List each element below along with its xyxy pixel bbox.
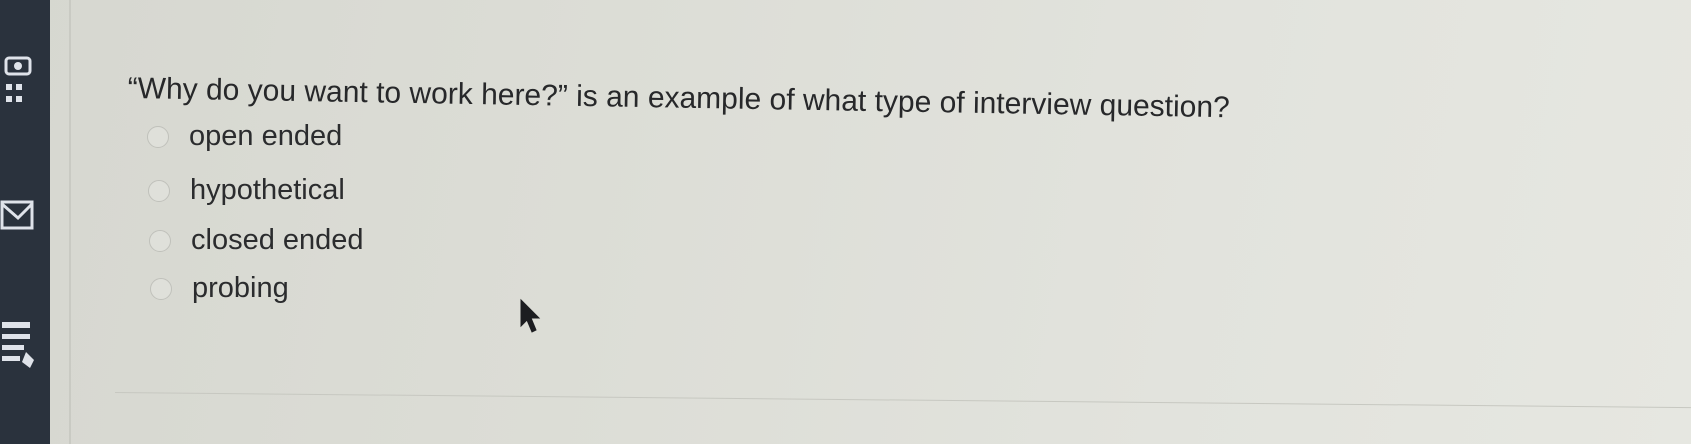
radio-button[interactable] xyxy=(149,229,171,252)
mouse-pointer-icon xyxy=(520,298,541,333)
question-card xyxy=(71,0,1691,444)
option-hypothetical[interactable]: hypothetical xyxy=(148,174,345,207)
settings-icon[interactable] xyxy=(0,52,36,112)
option-open-ended[interactable]: open ended xyxy=(147,120,342,153)
envelope-icon[interactable] xyxy=(0,196,36,236)
notes-icon[interactable] xyxy=(0,318,36,374)
option-closed-ended[interactable]: closed ended xyxy=(149,224,364,257)
radio-button[interactable] xyxy=(148,179,170,202)
option-label: closed ended xyxy=(191,224,364,256)
left-sidebar xyxy=(0,0,50,444)
option-label: probing xyxy=(192,272,289,304)
option-label: open ended xyxy=(189,120,343,152)
option-probing[interactable]: probing xyxy=(150,272,289,305)
radio-button[interactable] xyxy=(150,277,172,300)
option-label: hypothetical xyxy=(190,174,345,206)
radio-button[interactable] xyxy=(147,125,169,148)
